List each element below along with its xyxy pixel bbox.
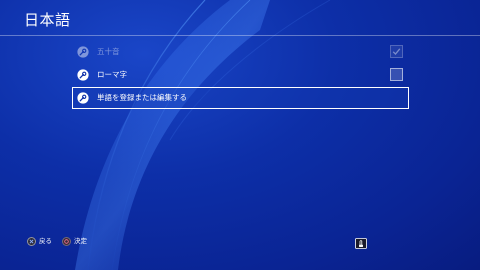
footer: 戻る 決定: [0, 236, 480, 250]
menu-item-label: 五十音: [97, 47, 120, 56]
wrench-icon: [77, 92, 89, 104]
confirm-hint: 決定: [62, 236, 87, 246]
menu-item-label: ローマ字: [97, 70, 127, 79]
circle-button-icon: [62, 236, 71, 246]
menu-item-label: 単語を登録または編集する: [97, 93, 187, 102]
touchpad-icon[interactable]: [355, 238, 367, 249]
wrench-icon: [77, 69, 89, 81]
confirm-label: 決定: [74, 237, 87, 245]
wrench-icon: [77, 46, 89, 58]
header-divider: [0, 35, 480, 36]
back-hint: 戻る: [27, 236, 52, 246]
menu-item-edit-words[interactable]: 単語を登録または編集する: [72, 87, 409, 109]
cross-button-icon: [27, 236, 36, 246]
header: 日本語: [0, 0, 480, 36]
menu-item-gojuon[interactable]: 五十音: [72, 41, 409, 63]
menu-item-romaji[interactable]: ローマ字: [72, 64, 409, 86]
checkbox-checked[interactable]: [390, 45, 403, 58]
back-label: 戻る: [39, 237, 52, 245]
page-title: 日本語: [24, 11, 71, 29]
checkbox-unchecked[interactable]: [390, 68, 403, 81]
settings-menu: 五十音 ローマ字 単語を登録または編集する: [72, 41, 409, 110]
checkmark-icon: [392, 48, 401, 55]
